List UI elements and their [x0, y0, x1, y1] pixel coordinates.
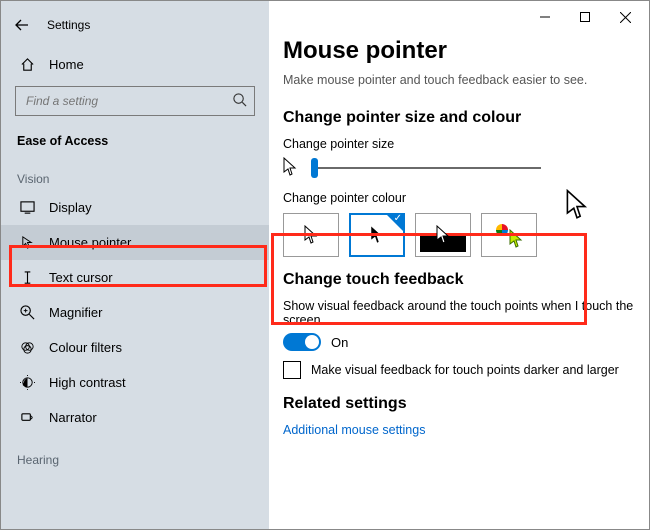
- pointer-size-label: Change pointer size: [283, 137, 649, 151]
- sidebar-item-label: Narrator: [49, 410, 97, 425]
- sidebar-item-label: High contrast: [49, 375, 126, 390]
- sidebar-item-mouse-pointer[interactable]: Mouse pointer: [1, 225, 269, 260]
- colour-filters-icon: [19, 340, 35, 355]
- maximize-button[interactable]: [565, 5, 605, 29]
- main-panel: Mouse pointer Make mouse pointer and tou…: [269, 1, 649, 529]
- sidebar-item-high-contrast[interactable]: High contrast: [1, 365, 269, 400]
- sidebar: Settings Home Ease of Access Vision Disp…: [1, 1, 269, 529]
- sidebar-item-label: Display: [49, 200, 92, 215]
- sidebar-item-label: Colour filters: [49, 340, 122, 355]
- pointer-colour-custom[interactable]: [481, 213, 537, 257]
- page-subtitle: Make mouse pointer and touch feedback ea…: [283, 73, 649, 87]
- category-vision: Vision: [1, 154, 269, 190]
- category-hearing: Hearing: [1, 435, 269, 471]
- narrator-icon: [19, 410, 35, 425]
- pointer-colour-inverted[interactable]: [415, 213, 471, 257]
- section-size-colour: Change pointer size and colour: [283, 109, 649, 127]
- sidebar-home[interactable]: Home: [1, 47, 269, 82]
- text-cursor-icon: [19, 270, 35, 285]
- mouse-pointer-icon: [19, 235, 35, 250]
- home-icon: [19, 57, 35, 72]
- pointer-size-preview: [283, 157, 301, 179]
- display-icon: [19, 200, 35, 215]
- sidebar-item-magnifier[interactable]: Magnifier: [1, 295, 269, 330]
- search-input[interactable]: [15, 86, 255, 116]
- back-button[interactable]: [15, 18, 29, 32]
- touch-feedback-toggle[interactable]: [283, 333, 321, 351]
- window-title: Settings: [47, 18, 90, 32]
- sidebar-item-text-cursor[interactable]: Text cursor: [1, 260, 269, 295]
- sidebar-item-label: Mouse pointer: [49, 235, 131, 250]
- pointer-colour-black[interactable]: [349, 213, 405, 257]
- additional-mouse-settings-link[interactable]: Additional mouse settings: [283, 423, 649, 437]
- pointer-colour-label: Change pointer colour: [283, 191, 649, 205]
- slider-thumb[interactable]: [311, 158, 318, 178]
- magnifier-icon: [19, 305, 35, 320]
- section-touch-feedback: Change touch feedback: [283, 271, 649, 289]
- sidebar-item-label: Text cursor: [49, 270, 113, 285]
- darker-larger-checkbox[interactable]: [283, 361, 301, 379]
- sidebar-item-colour-filters[interactable]: Colour filters: [1, 330, 269, 365]
- page-title: Mouse pointer: [283, 37, 649, 65]
- section-related: Related settings: [283, 395, 649, 413]
- home-label: Home: [49, 57, 84, 72]
- high-contrast-icon: [19, 375, 35, 390]
- sidebar-section-header: Ease of Access: [1, 126, 269, 154]
- cursor-graphic: [565, 189, 589, 221]
- sidebar-item-display[interactable]: Display: [1, 190, 269, 225]
- touch-feedback-desc: Show visual feedback around the touch po…: [283, 299, 649, 327]
- pointer-colour-white[interactable]: [283, 213, 339, 257]
- toggle-knob: [305, 335, 319, 349]
- darker-larger-label: Make visual feedback for touch points da…: [311, 363, 619, 377]
- close-button[interactable]: [605, 5, 645, 29]
- minimize-button[interactable]: [525, 5, 565, 29]
- search-icon: [232, 92, 247, 107]
- pointer-size-slider[interactable]: [311, 167, 541, 169]
- sidebar-item-label: Magnifier: [49, 305, 102, 320]
- sidebar-item-narrator[interactable]: Narrator: [1, 400, 269, 435]
- toggle-state-label: On: [331, 335, 348, 350]
